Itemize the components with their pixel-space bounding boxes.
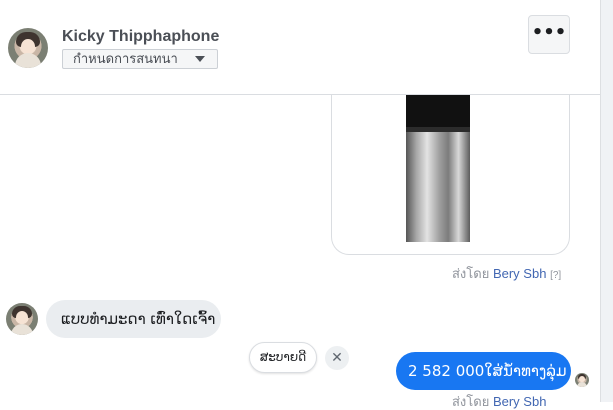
incoming-message-avatar[interactable]: [6, 303, 38, 335]
close-icon: ✕: [331, 350, 343, 366]
more-options-button[interactable]: •••: [528, 15, 570, 54]
contact-avatar[interactable]: [8, 28, 48, 68]
quick-reply-label: ສະບາຍດີ: [259, 350, 307, 364]
contact-name[interactable]: Kicky Thipphaphone: [62, 27, 219, 47]
avatar-face: [21, 39, 35, 54]
avatar-body: [11, 324, 33, 335]
conversation-settings-dropdown[interactable]: กำหนดการสนทนา: [62, 49, 218, 69]
seen-by-avatar: [575, 373, 589, 387]
conversation-header: Kicky Thipphaphone กำหนดการสนทนา •••: [0, 0, 600, 95]
outgoing-message-bubble[interactable]: 2 582 000ໃສ່ນ້ຳທາງລຸ່ມ: [396, 352, 571, 390]
avatar-face: [16, 311, 28, 324]
quick-reply-button[interactable]: ສະບາຍດີ: [249, 342, 317, 373]
incoming-message-bubble[interactable]: ແບບທຳມະດາ ເທົ່າໃດເຈົ້າ: [46, 300, 221, 338]
avatar-body: [577, 382, 587, 387]
shared-product-card[interactable]: [331, 95, 570, 255]
image-sent-by-label: ส่งโดย Bery Sbh [?]: [452, 266, 561, 284]
conversation-settings-label: กำหนดการสนทนา: [73, 51, 178, 66]
product-image[interactable]: [378, 95, 548, 242]
caret-down-icon: [195, 56, 205, 62]
bottle-body: [406, 132, 470, 242]
outgoing-message-text: 2 582 000ໃສ່ນ້ຳທາງລຸ່ມ: [408, 362, 567, 380]
dismiss-quick-reply-button[interactable]: ✕: [325, 346, 349, 370]
more-horizontal-icon: •••: [531, 22, 567, 43]
incoming-message-text: ແບບທຳມະດາ ເທົ່າໃດເຈົ້າ: [61, 310, 216, 328]
sender-name-link[interactable]: Bery Sbh: [493, 266, 546, 281]
sent-by-prefix: ส่งโดย: [452, 266, 490, 281]
help-link[interactable]: [?]: [550, 270, 561, 281]
right-panel-strip: [600, 0, 613, 402]
avatar-body: [15, 53, 41, 68]
outgoing-sent-by-label: ส่งโดย Bery Sbh: [452, 394, 546, 410]
